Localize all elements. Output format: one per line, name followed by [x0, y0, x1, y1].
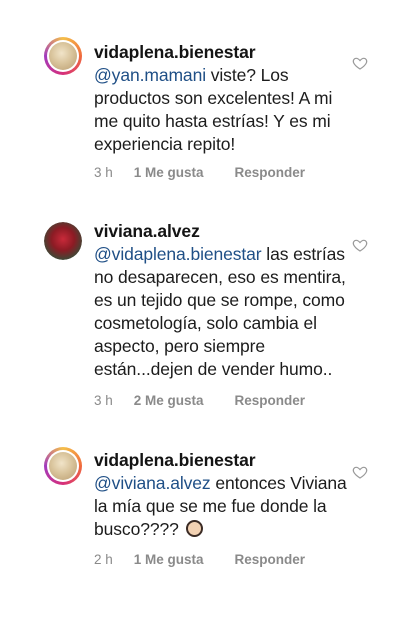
like-heart-icon[interactable]: [352, 464, 368, 480]
avatar[interactable]: [44, 447, 82, 485]
comment-username[interactable]: vidaplena.bienestar: [94, 42, 256, 62]
comment-text: vidaplena.bienestar @yan.mamani viste? L…: [94, 41, 352, 156]
avatar-photo: [44, 222, 82, 260]
comment-text: viviana.alvez @vidaplena.bienestar las e…: [94, 220, 352, 381]
avatar[interactable]: [44, 37, 82, 75]
comment-username[interactable]: viviana.alvez: [94, 221, 200, 241]
comment-mention[interactable]: @yan.mamani: [94, 65, 206, 85]
reply-button[interactable]: Responder: [235, 165, 306, 180]
avatar-photo: [49, 42, 77, 70]
comment-text: vidaplena.bienestar @viviana.alvez enton…: [94, 449, 352, 541]
comment-likes[interactable]: 2 Me gusta: [134, 393, 231, 408]
comment-time: 3 h: [94, 393, 113, 408]
avatar[interactable]: [44, 222, 82, 260]
comment-body: las estrías no desaparecen, eso es menti…: [94, 244, 346, 379]
comment-meta: 3 h 1 Me gusta Responder: [94, 165, 305, 180]
avatar-photo: [49, 452, 77, 480]
comment-likes[interactable]: 1 Me gusta: [134, 165, 231, 180]
comment-likes[interactable]: 1 Me gusta: [134, 552, 231, 567]
comment-time: 2 h: [94, 552, 113, 567]
comments-list: vidaplena.bienestar @yan.mamani viste? L…: [0, 0, 420, 630]
comment-mention[interactable]: @vidaplena.bienestar: [94, 244, 262, 264]
reply-button[interactable]: Responder: [235, 393, 306, 408]
reply-button[interactable]: Responder: [235, 552, 306, 567]
woman-facepalming-emoji-icon: [185, 520, 203, 537]
like-heart-icon[interactable]: [352, 237, 368, 253]
like-heart-icon[interactable]: [352, 55, 368, 71]
comment-username[interactable]: vidaplena.bienestar: [94, 450, 256, 470]
comment-meta: 3 h 2 Me gusta Responder: [94, 393, 305, 408]
comment-mention[interactable]: @viviana.alvez: [94, 473, 211, 493]
comment-time: 3 h: [94, 165, 113, 180]
comment-meta: 2 h 1 Me gusta Responder: [94, 552, 305, 567]
